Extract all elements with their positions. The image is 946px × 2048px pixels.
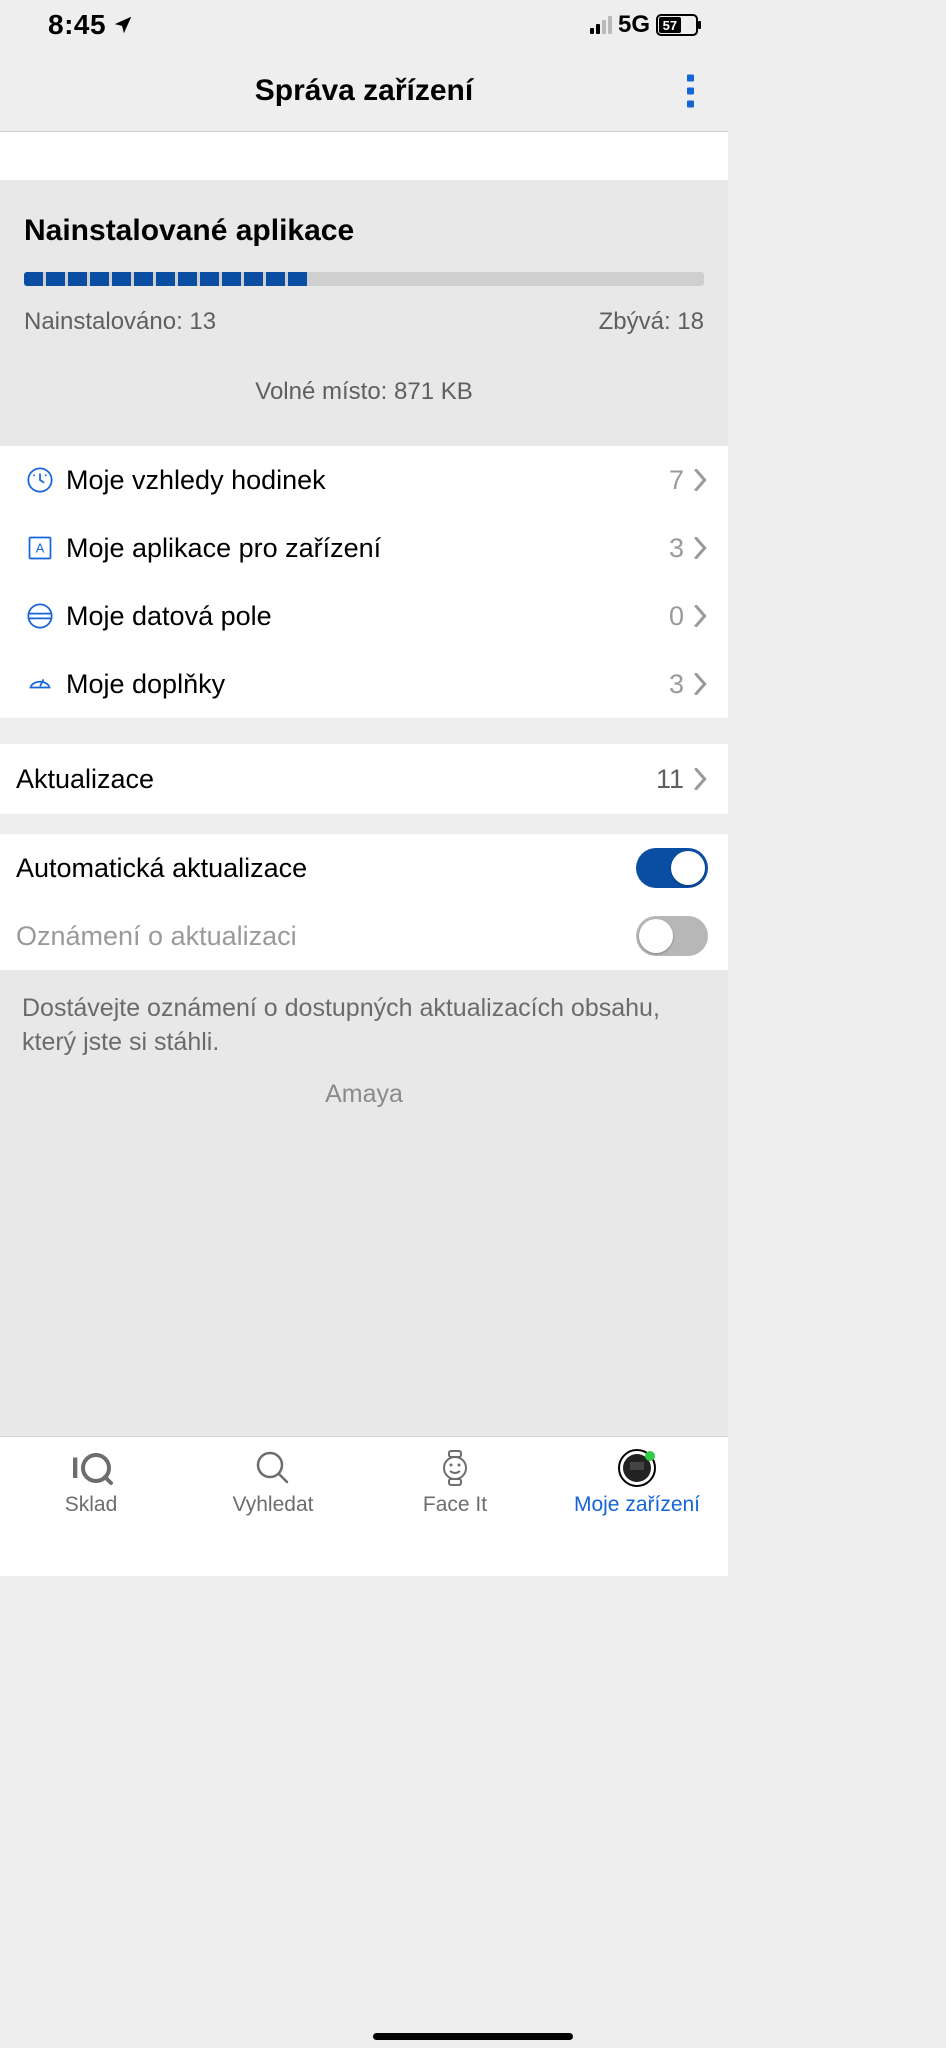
row-count: 7 xyxy=(669,465,684,496)
signal-icon xyxy=(590,16,612,34)
free-space-label: Volné místo: 871 KB xyxy=(24,378,704,406)
row-count: 0 xyxy=(669,601,684,632)
tab-store[interactable]: I Sklad xyxy=(0,1437,182,1576)
network-type: 5G xyxy=(618,11,650,39)
watch-device-icon xyxy=(616,1447,658,1489)
updates-label: Aktualizace xyxy=(16,764,656,795)
remaining-count-label: Zbývá: 18 xyxy=(599,308,704,336)
tab-my-device[interactable]: Moje zařízení xyxy=(546,1437,728,1576)
widgets-icon xyxy=(14,670,66,698)
previous-content-peek xyxy=(0,132,728,180)
search-icon xyxy=(253,1447,293,1489)
home-indicator[interactable] xyxy=(373,2033,573,2040)
store-icon: I xyxy=(69,1447,113,1489)
installed-apps-title: Nainstalované aplikace xyxy=(24,214,704,248)
tab-face-it[interactable]: Face It xyxy=(364,1437,546,1576)
chevron-right-icon xyxy=(694,768,708,790)
row-count: 3 xyxy=(669,533,684,564)
row-label: Moje aplikace pro zařízení xyxy=(66,533,669,564)
row-label: Moje doplňky xyxy=(66,669,669,700)
watch-face-icon xyxy=(14,466,66,494)
row-device-apps[interactable]: A Moje aplikace pro zařízení 3 xyxy=(0,514,728,582)
svg-text:A: A xyxy=(36,541,45,556)
updates-count: 11 xyxy=(656,764,684,795)
battery-icon: 57 xyxy=(656,14,698,36)
row-data-fields[interactable]: Moje datová pole 0 xyxy=(0,582,728,650)
row-auto-update: Automatická aktualizace xyxy=(0,834,728,902)
svg-text:I: I xyxy=(71,1452,79,1485)
tab-label: Vyhledat xyxy=(233,1493,314,1517)
installed-count-label: Nainstalováno: 13 xyxy=(24,308,216,336)
chevron-right-icon xyxy=(694,673,708,695)
row-watch-faces[interactable]: Moje vzhledy hodinek 7 xyxy=(0,446,728,514)
row-updates[interactable]: Aktualizace 11 xyxy=(0,744,728,814)
row-label: Moje vzhledy hodinek xyxy=(66,465,669,496)
page-title: Správa zařízení xyxy=(255,74,473,108)
note-text: Dostávejte oznámení o dostupných aktuali… xyxy=(22,992,706,1060)
status-time: 8:45 xyxy=(48,9,106,41)
chevron-right-icon xyxy=(694,469,708,491)
row-update-notification: Oznámení o aktualizaci xyxy=(0,902,728,970)
note-subtext: Amaya xyxy=(22,1080,706,1109)
update-notification-toggle[interactable] xyxy=(636,916,708,956)
tab-bar: I Sklad Vyhledat Face It Moje zařízení xyxy=(0,1436,728,1576)
storage-progress xyxy=(24,272,704,286)
face-it-icon xyxy=(435,1447,475,1489)
nav-header: Správa zařízení xyxy=(0,50,728,132)
update-notification-label: Oznámení o aktualizaci xyxy=(16,921,636,952)
category-list: Moje vzhledy hodinek 7 A Moje aplikace p… xyxy=(0,446,728,718)
row-widgets[interactable]: Moje doplňky 3 xyxy=(0,650,728,718)
location-icon xyxy=(112,14,134,36)
status-bar: 8:45 5G 57 xyxy=(0,0,728,50)
chevron-right-icon xyxy=(694,605,708,627)
chevron-right-icon xyxy=(694,537,708,559)
battery-level: 57 xyxy=(659,17,681,33)
row-label: Moje datová pole xyxy=(66,601,669,632)
tab-label: Sklad xyxy=(65,1493,118,1517)
auto-update-toggle[interactable] xyxy=(636,848,708,888)
auto-update-label: Automatická aktualizace xyxy=(16,853,636,884)
update-notification-note: Dostávejte oznámení o dostupných aktuali… xyxy=(0,970,728,1117)
tab-search[interactable]: Vyhledat xyxy=(182,1437,364,1576)
row-count: 3 xyxy=(669,669,684,700)
installed-apps-card: Nainstalované aplikace Nainstalováno: 13… xyxy=(0,180,728,446)
tab-label: Moje zařízení xyxy=(574,1493,700,1517)
device-apps-icon: A xyxy=(14,534,66,562)
tab-label: Face It xyxy=(423,1493,487,1517)
more-menu-button[interactable] xyxy=(679,66,702,115)
data-fields-icon xyxy=(14,602,66,630)
